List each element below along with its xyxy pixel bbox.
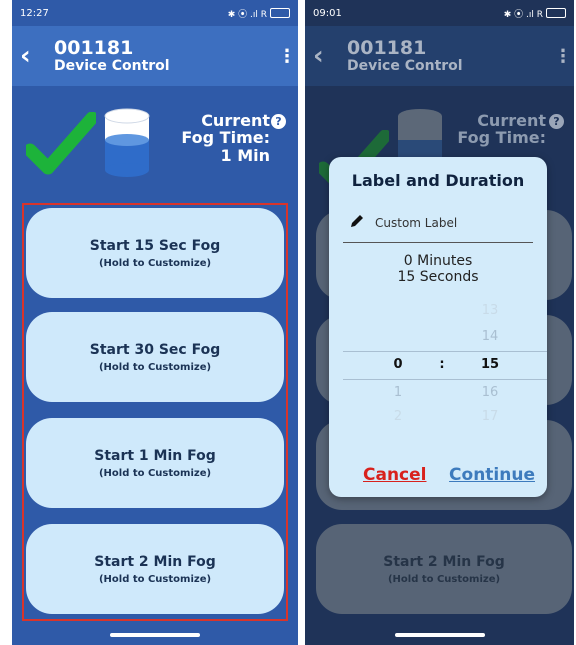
- help-icon[interactable]: ?: [271, 114, 286, 129]
- start-15-sec-fog-button[interactable]: Start 15 Sec Fog (Hold to Customize): [26, 208, 284, 298]
- battery-icon: [546, 8, 566, 18]
- picker-second: 13: [481, 303, 499, 318]
- fog-tank-icon: [104, 108, 150, 177]
- custom-label-input[interactable]: [375, 213, 525, 233]
- status-bar: 12:27 ✱ ⦿ .ıl R: [12, 0, 298, 26]
- status-time: 12:27: [20, 7, 49, 19]
- more-options-icon[interactable]: ⋮: [278, 46, 296, 67]
- back-arrow-icon: ‹: [313, 41, 324, 71]
- device-id: 001181: [347, 36, 427, 59]
- picker-second: 14: [481, 329, 499, 344]
- page-subtitle: Device Control: [54, 57, 170, 74]
- duration-seconds: 15 Seconds: [397, 269, 479, 286]
- current-fog-time: Current Fog Time: 1 Min: [181, 112, 270, 164]
- status-icons: ✱ ⦿ .ıl R: [228, 7, 290, 20]
- status-indicators: ✱ ⦿ .ıl R: [227, 9, 267, 20]
- picker-second: 17: [481, 409, 499, 424]
- label-duration-dialog: Label and Duration 0 Minutes 15 Seconds …: [329, 157, 547, 497]
- home-indicator[interactable]: [110, 633, 200, 637]
- picker-second: 16: [481, 385, 499, 400]
- picker-row: 14: [343, 329, 547, 349]
- button-label: Start 2 Min Fog: [94, 553, 216, 570]
- status-bar: 09:01 ✱ ⦿ .ıl R: [305, 0, 574, 26]
- fog-time-line1: Current: [201, 111, 270, 130]
- picker-row: 1 16: [343, 385, 547, 405]
- fog-time-line1: Current: [477, 111, 546, 130]
- picker-row: 2 17: [343, 409, 547, 429]
- button-label: Start 2 Min Fog: [383, 553, 505, 570]
- fog-button-list: Start 15 Sec Fog (Hold to Customize) Sta…: [22, 203, 288, 621]
- status-icons: ✱ ⦿ .ıl R: [504, 7, 566, 20]
- fog-time-line2: Fog Time:: [457, 128, 546, 148]
- fog-time-line2: Fog Time:: [181, 128, 270, 148]
- divider: [343, 242, 533, 243]
- app-bar: ‹ 001181 Device Control ⋮: [305, 26, 574, 86]
- help-icon: ?: [549, 114, 564, 129]
- button-hint: (Hold to Customize): [98, 573, 212, 585]
- app-title: 001181 Device Control: [54, 36, 278, 74]
- button-label: Start 1 Min Fog: [94, 447, 216, 464]
- picker-second: 15: [480, 357, 500, 372]
- picker-selection-line: [343, 351, 547, 352]
- app-title: 001181 Device Control: [347, 36, 554, 74]
- picker-minute: 2: [393, 409, 403, 424]
- button-hint: (Hold to Customize): [98, 467, 212, 479]
- cancel-button[interactable]: Cancel: [363, 465, 426, 485]
- start-2-min-fog-button[interactable]: Start 2 Min Fog (Hold to Customize): [26, 524, 284, 614]
- picker-row: 13: [343, 303, 547, 323]
- fog-time-value: 1 Min: [220, 145, 271, 165]
- picker-minute: 0: [393, 357, 403, 372]
- duration-minutes: 0 Minutes: [403, 253, 473, 269]
- status-indicators: ✱ ⦿ .ıl R: [503, 9, 543, 20]
- picker-minute: 1: [393, 385, 403, 400]
- button-hint: (Hold to Customize): [387, 573, 501, 585]
- button-hint: (Hold to Customize): [98, 257, 212, 269]
- dialog-title: Label and Duration: [351, 171, 525, 190]
- picker-row-selected: 0 : 15: [343, 357, 547, 377]
- duration-summary: 0 Minutes 15 Seconds: [329, 253, 547, 285]
- battery-icon: [270, 8, 290, 18]
- continue-button[interactable]: Continue: [449, 465, 535, 485]
- start-2-min-fog-button: Start 2 Min Fog (Hold to Customize): [316, 524, 572, 614]
- button-label: Start 30 Sec Fog: [89, 341, 221, 358]
- status-time: 09:01: [313, 7, 342, 19]
- back-arrow-icon[interactable]: ‹: [20, 43, 44, 69]
- more-options-icon: ⋮: [554, 45, 572, 67]
- current-fog-time: Current Fog Time:: [457, 112, 546, 147]
- page-subtitle: Device Control: [347, 57, 463, 74]
- picker-colon: :: [439, 357, 445, 372]
- button-hint: (Hold to Customize): [98, 361, 212, 373]
- check-icon: [26, 112, 96, 175]
- start-30-sec-fog-button[interactable]: Start 30 Sec Fog (Hold to Customize): [26, 312, 284, 402]
- picker-selection-line: [343, 379, 547, 380]
- device-id: 001181: [54, 36, 134, 59]
- button-label: Start 15 Sec Fog: [89, 237, 221, 254]
- pencil-icon: [351, 215, 363, 227]
- start-1-min-fog-button[interactable]: Start 1 Min Fog (Hold to Customize): [26, 418, 284, 508]
- duration-picker[interactable]: 13 14 0 : 15 1 16 2 17: [343, 295, 547, 445]
- phone-right: 09:01 ✱ ⦿ .ıl R ‹ 001181 Device Control …: [305, 0, 574, 645]
- app-bar: ‹ 001181 Device Control ⋮: [12, 26, 298, 86]
- phone-left: 12:27 ✱ ⦿ .ıl R ‹ 001181 Device Control …: [12, 0, 298, 645]
- fog-status: Current Fog Time: 1 Min ?: [12, 100, 298, 190]
- home-indicator[interactable]: [394, 633, 485, 637]
